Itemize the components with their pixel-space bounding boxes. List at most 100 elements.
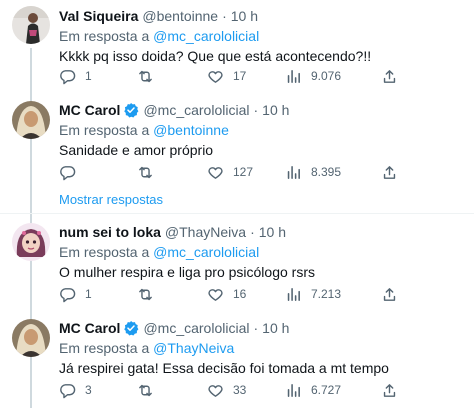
timestamp[interactable]: 10 h xyxy=(231,6,258,26)
reply-count: 3 xyxy=(85,383,92,397)
share-icon xyxy=(383,69,396,83)
views-button[interactable]: 7.213 xyxy=(285,284,341,304)
tweet[interactable]: MC Carol @mc_carololicial · 10 h Em resp… xyxy=(0,312,474,408)
tweet-actions: 3 33 6.727 xyxy=(59,380,399,400)
display-name[interactable]: MC Carol xyxy=(59,100,120,120)
reply-button[interactable] xyxy=(59,162,85,182)
share-button[interactable] xyxy=(381,66,398,86)
reply-mention[interactable]: @mc_carololicial xyxy=(153,244,259,260)
user-handle[interactable]: @ThayNeiva xyxy=(165,222,246,242)
tweet-text: O mulher respira e liga pro psicólogo rs… xyxy=(59,264,315,280)
view-count: 6.727 xyxy=(311,383,342,397)
share-icon xyxy=(383,287,396,301)
views-chart-icon xyxy=(287,165,300,179)
timestamp[interactable]: 10 h xyxy=(262,318,289,338)
separator-dot: · xyxy=(253,102,259,118)
avatar-photo-icon xyxy=(12,319,50,357)
separator-dot: · xyxy=(250,224,255,240)
retweet-button[interactable] xyxy=(137,66,163,86)
tweet-actions: 1 16 7.213 xyxy=(59,284,399,304)
share-button[interactable] xyxy=(381,380,398,400)
heart-icon xyxy=(208,166,223,179)
share-button[interactable] xyxy=(381,162,398,182)
user-handle[interactable]: @mc_carololicial xyxy=(143,318,249,338)
reply-button[interactable]: 3 xyxy=(59,380,92,400)
reply-icon xyxy=(60,69,76,84)
show-replies-link[interactable]: Mostrar respostas xyxy=(59,191,163,209)
views-button[interactable]: 6.727 xyxy=(285,380,341,400)
reply-count: 1 xyxy=(85,287,92,301)
retweet-icon xyxy=(139,166,152,178)
tweet-header: MC Carol @mc_carololicial · 10 h xyxy=(59,100,466,120)
view-count: 8.395 xyxy=(311,165,342,179)
timestamp[interactable]: 10 h xyxy=(259,222,286,242)
verified-badge-icon xyxy=(123,320,139,336)
avatar[interactable] xyxy=(12,101,50,139)
avatar-photo-icon xyxy=(12,101,50,139)
retweet-button[interactable] xyxy=(137,284,163,304)
reply-mention[interactable]: @mc_carololicial xyxy=(153,28,259,44)
tweet-header: Val Siqueira @bentoinne · 10 h xyxy=(59,6,466,26)
display-name[interactable]: num sei to loka xyxy=(59,222,161,242)
thread-line xyxy=(30,361,32,408)
avatar[interactable] xyxy=(12,6,50,44)
reply-mention[interactable]: @bentoinne xyxy=(153,122,229,138)
tweet-text: Sanidade e amor próprio xyxy=(59,142,214,158)
separator-dot: · xyxy=(253,320,259,336)
thread-line xyxy=(30,265,32,315)
like-button[interactable]: 33 xyxy=(207,380,246,400)
reply-icon xyxy=(60,165,76,180)
user-handle[interactable]: @bentoinne xyxy=(142,6,218,26)
like-count: 17 xyxy=(233,69,247,83)
reply-prefix: Em resposta a xyxy=(59,122,150,138)
avatar-illustration-icon xyxy=(12,223,50,261)
tweet[interactable]: MC Carol @mc_carololicial · 10 h Em resp… xyxy=(0,94,474,210)
display-name[interactable]: MC Carol xyxy=(59,318,120,338)
reply-context: Em resposta a @bentoinne xyxy=(59,120,466,140)
tweet[interactable]: Val Siqueira @bentoinne · 10 h Em respos… xyxy=(0,0,474,408)
timestamp[interactable]: 10 h xyxy=(262,100,289,120)
reply-mention[interactable]: @ThayNeiva xyxy=(153,340,234,356)
like-button[interactable]: 127 xyxy=(207,162,253,182)
tweet-text: Já respirei gata! Essa decisão foi tomad… xyxy=(59,360,389,376)
reply-context: Em resposta a @ThayNeiva xyxy=(59,338,466,358)
separator-dot: · xyxy=(222,8,227,24)
reply-button[interactable]: 1 xyxy=(59,66,92,86)
reply-prefix: Em resposta a xyxy=(59,244,150,260)
share-icon xyxy=(383,383,396,397)
heart-icon xyxy=(208,70,223,83)
views-button[interactable]: 9.076 xyxy=(285,66,341,86)
views-button[interactable]: 8.395 xyxy=(285,162,341,182)
share-button[interactable] xyxy=(381,284,398,304)
tweet-text: Kkkk pq isso doida? Que que está acontec… xyxy=(59,48,372,64)
reply-count: 1 xyxy=(85,69,92,83)
retweet-icon xyxy=(139,384,152,396)
display-name[interactable]: Val Siqueira xyxy=(59,6,138,26)
retweet-icon xyxy=(139,70,152,82)
reply-icon xyxy=(60,383,76,398)
avatar[interactable] xyxy=(12,319,50,357)
like-count: 16 xyxy=(233,287,247,301)
reply-prefix: Em resposta a xyxy=(59,28,150,44)
verified-badge-icon xyxy=(123,102,139,118)
heart-icon xyxy=(208,288,223,301)
view-count: 9.076 xyxy=(311,69,342,83)
reply-icon xyxy=(60,287,76,302)
views-chart-icon xyxy=(287,287,300,301)
user-handle[interactable]: @mc_carololicial xyxy=(143,100,249,120)
retweet-button[interactable] xyxy=(137,380,163,400)
views-chart-icon xyxy=(287,69,300,83)
like-count: 127 xyxy=(233,165,254,179)
like-count: 33 xyxy=(233,383,247,397)
tweet-header: MC Carol @mc_carololicial · 10 h xyxy=(59,318,466,338)
tweet[interactable]: num sei to loka @ThayNeiva · 10 h Em res… xyxy=(0,214,474,315)
reply-context: Em resposta a @mc_carololicial xyxy=(59,242,466,262)
reply-button[interactable]: 1 xyxy=(59,284,92,304)
like-button[interactable]: 17 xyxy=(207,66,246,86)
retweet-button[interactable] xyxy=(137,162,163,182)
like-button[interactable]: 16 xyxy=(207,284,246,304)
avatar[interactable] xyxy=(12,223,50,261)
tweet-actions: 1 17 9.076 xyxy=(59,66,399,86)
tweet-actions: 127 8.395 xyxy=(59,162,399,182)
views-chart-icon xyxy=(287,383,300,397)
